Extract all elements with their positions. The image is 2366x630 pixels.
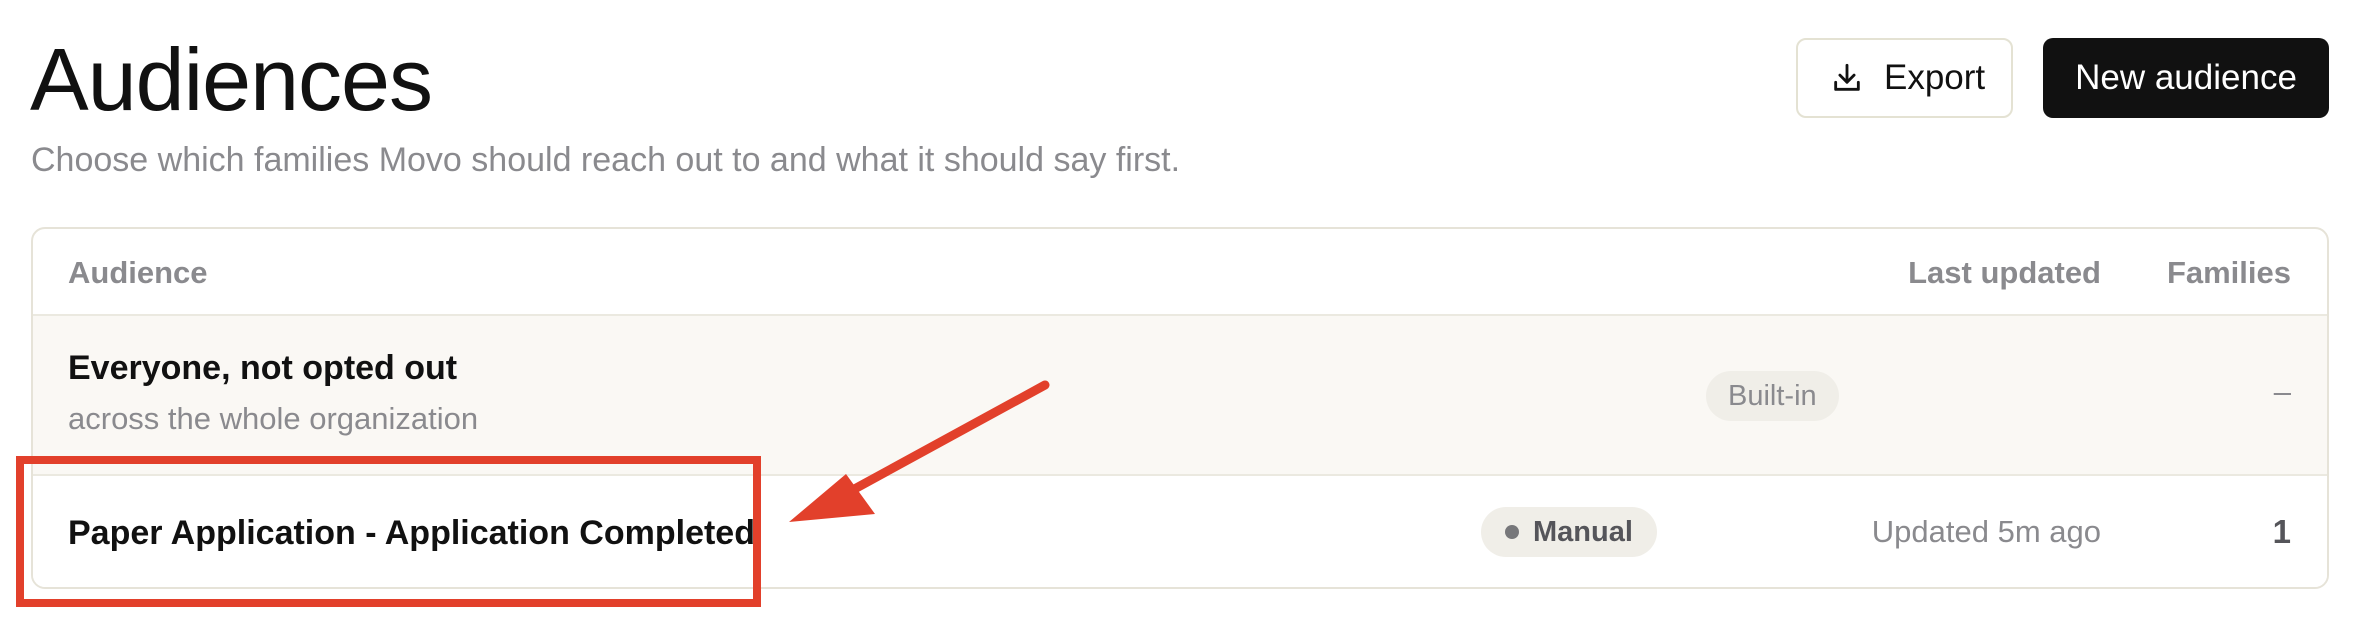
column-header-last-updated[interactable]: Last updated [1908, 255, 2101, 291]
column-header-audience[interactable]: Audience [68, 255, 208, 291]
download-icon [1830, 61, 1864, 95]
manual-badge-label: Manual [1533, 516, 1633, 548]
families-count: – [2273, 374, 2291, 409]
table-row[interactable]: Paper Application - Application Complete… [33, 476, 2327, 587]
audiences-page: Audiences Choose which families Movo sho… [0, 0, 2366, 630]
export-button[interactable]: Export [1796, 38, 2013, 118]
table-header: Audience Last updated Families [33, 229, 2327, 316]
export-button-label: Export [1884, 58, 1986, 97]
new-audience-button-label: New audience [2075, 58, 2297, 97]
table-row[interactable]: Everyone, not opted out across the whole… [33, 316, 2327, 476]
families-count: 1 [2272, 513, 2291, 550]
audience-description: across the whole organization [68, 401, 479, 436]
status-dot-icon [1505, 525, 1519, 539]
column-header-families[interactable]: Families [2167, 255, 2291, 291]
page-subtitle: Choose which families Movo should reach … [31, 141, 1181, 179]
audience-name: Paper Application - Application Complete… [68, 514, 755, 552]
audiences-table: Audience Last updated Families Everyone,… [31, 227, 2329, 589]
new-audience-button[interactable]: New audience [2043, 38, 2329, 118]
builtin-badge: Built-in [1706, 371, 1839, 421]
header-actions: Export New audience [1796, 38, 2329, 118]
page-title: Audiences [30, 30, 433, 129]
manual-badge: Manual [1481, 507, 1657, 557]
last-updated-value: Updated 5m ago [1871, 514, 2101, 549]
audience-name: Everyone, not opted out [68, 349, 458, 387]
